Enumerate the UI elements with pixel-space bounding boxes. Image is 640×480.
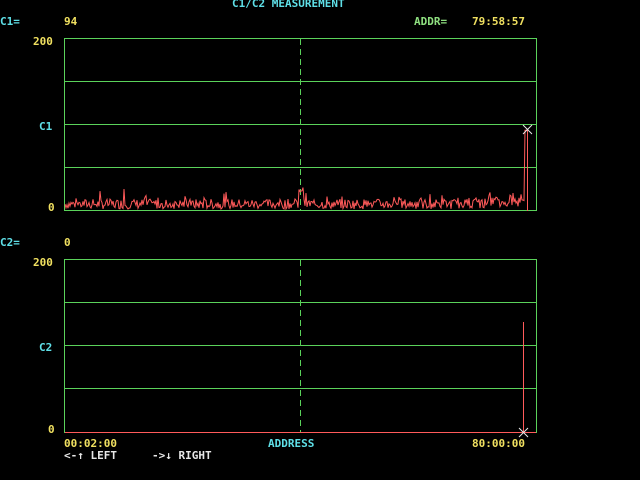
chart1 [64,38,537,211]
chart2 [64,259,537,433]
chart1-trace [64,129,527,211]
plots [64,38,537,438]
